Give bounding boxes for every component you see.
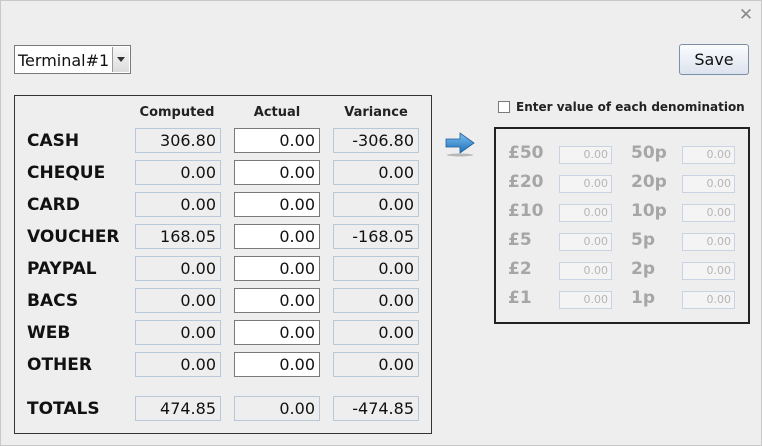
- row-label-web: WEB: [27, 323, 71, 343]
- column-header-computed: Computed: [139, 105, 215, 120]
- row-label-paypal: PAYPAL: [27, 259, 97, 279]
- denom-label-20-pound: £20: [508, 172, 544, 192]
- variance-cheque: 0.00: [333, 160, 419, 185]
- denom-input-1-pound[interactable]: 0.00: [559, 291, 612, 309]
- denomination-checkbox[interactable]: [498, 101, 510, 113]
- column-header-actual: Actual: [253, 105, 301, 120]
- denom-input-5-pound[interactable]: 0.00: [559, 233, 612, 251]
- denom-label-2-pence: 2p: [631, 259, 655, 279]
- terminal-dropdown-button[interactable]: [112, 47, 129, 72]
- variance-cash: -306.80: [333, 128, 419, 153]
- denom-input-2-pence[interactable]: 0.00: [682, 262, 735, 280]
- variance-voucher: -168.05: [333, 224, 419, 249]
- row-label-card: CARD: [27, 195, 80, 215]
- denom-input-20-pound[interactable]: 0.00: [559, 175, 612, 193]
- row-label-other: OTHER: [27, 355, 92, 375]
- denom-input-1-pence[interactable]: 0.00: [682, 291, 735, 309]
- denom-input-10-pence[interactable]: 0.00: [682, 204, 735, 222]
- variance-total: -474.85: [333, 396, 419, 421]
- computed-paypal: 0.00: [135, 256, 221, 281]
- save-button[interactable]: Save: [679, 44, 749, 75]
- denom-input-20-pence[interactable]: 0.00: [682, 175, 735, 193]
- variance-paypal: 0.00: [333, 256, 419, 281]
- denom-input-2-pound[interactable]: 0.00: [559, 262, 612, 280]
- denom-input-10-pound[interactable]: 0.00: [559, 204, 612, 222]
- totals-panel: Computed Actual Variance CASH 306.80 0.0…: [14, 95, 432, 434]
- row-label-cheque: CHEQUE: [27, 163, 106, 183]
- computed-total: 474.85: [135, 396, 221, 421]
- actual-paypal-input[interactable]: 0.00: [234, 256, 320, 281]
- denom-label-2-pound: £2: [508, 259, 532, 279]
- denom-label-50-pound: £50: [508, 143, 544, 163]
- denom-label-20-pence: 20p: [631, 172, 667, 192]
- denom-label-5-pound: £5: [508, 230, 532, 250]
- computed-cash: 306.80: [135, 128, 221, 153]
- arrow-right-icon: [445, 132, 475, 157]
- denom-label-1-pence: 1p: [631, 288, 655, 308]
- actual-voucher-input[interactable]: 0.00: [234, 224, 320, 249]
- denom-label-5-pence: 5p: [631, 230, 655, 250]
- computed-cheque: 0.00: [135, 160, 221, 185]
- computed-card: 0.00: [135, 192, 221, 217]
- denom-label-50-pence: 50p: [631, 143, 667, 163]
- computed-bacs: 0.00: [135, 288, 221, 313]
- actual-cheque-input[interactable]: 0.00: [234, 160, 320, 185]
- computed-other: 0.00: [135, 352, 221, 377]
- terminal-select[interactable]: Terminal#1: [14, 45, 131, 74]
- actual-cash-input[interactable]: 0.00: [234, 128, 320, 153]
- terminal-select-value: Terminal#1: [18, 51, 110, 70]
- cashup-dialog: ✕ Terminal#1 Save Computed Actual Varian…: [0, 0, 762, 446]
- denomination-panel: £50 0.00 £20 0.00 £10 0.00 £5 0.00 £2 0.…: [494, 127, 750, 324]
- denom-input-50-pound[interactable]: 0.00: [559, 146, 612, 164]
- denom-input-5-pence[interactable]: 0.00: [682, 233, 735, 251]
- computed-voucher: 168.05: [135, 224, 221, 249]
- row-label-voucher: VOUCHER: [27, 227, 120, 247]
- chevron-down-icon: [117, 57, 125, 62]
- denom-input-50-pence[interactable]: 0.00: [682, 146, 735, 164]
- variance-other: 0.00: [333, 352, 419, 377]
- variance-card: 0.00: [333, 192, 419, 217]
- denom-label-1-pound: £1: [508, 288, 532, 308]
- actual-card-input[interactable]: 0.00: [234, 192, 320, 217]
- row-label-totals: TOTALS: [27, 399, 100, 419]
- variance-web: 0.00: [333, 320, 419, 345]
- actual-other-input[interactable]: 0.00: [234, 352, 320, 377]
- denom-label-10-pound: £10: [508, 201, 544, 221]
- denom-label-10-pence: 10p: [631, 201, 667, 221]
- row-label-cash: CASH: [27, 131, 80, 151]
- close-icon[interactable]: ✕: [737, 6, 755, 24]
- variance-bacs: 0.00: [333, 288, 419, 313]
- denomination-checkbox-label: Enter value of each denomination: [516, 100, 745, 114]
- row-label-bacs: BACS: [27, 291, 79, 311]
- actual-web-input[interactable]: 0.00: [234, 320, 320, 345]
- computed-web: 0.00: [135, 320, 221, 345]
- actual-bacs-input[interactable]: 0.00: [234, 288, 320, 313]
- actual-total: 0.00: [234, 396, 320, 421]
- column-header-variance: Variance: [344, 105, 408, 120]
